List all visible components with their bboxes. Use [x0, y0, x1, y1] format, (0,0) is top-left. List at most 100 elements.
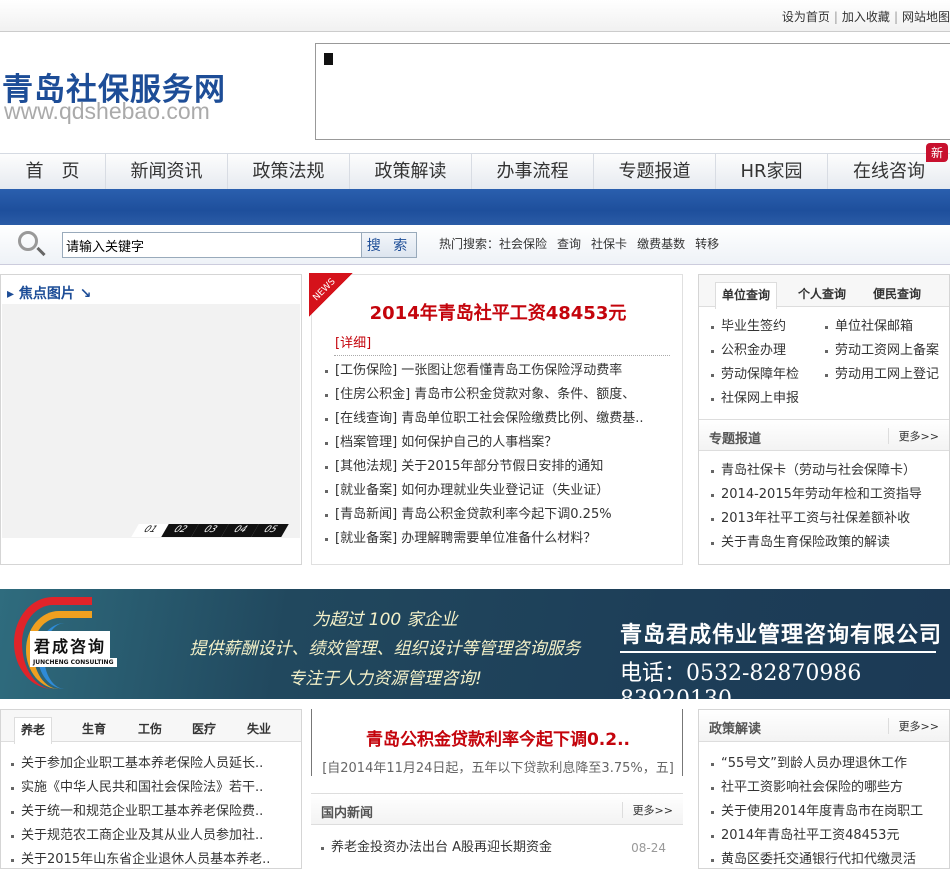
query-link[interactable]: 毕业生签约: [711, 315, 825, 339]
list-item[interactable]: “55号文”到龄人员办理退休工作: [711, 752, 947, 776]
unit-query-links: 毕业生签约 单位社保邮箱 公积金办理 劳动工资网上备案 劳动保障年检 劳动用工网…: [711, 315, 947, 411]
domestic-news-list: 养老金投资办法出台 A股再迎长期资金 08-24: [321, 836, 676, 860]
divider: [620, 651, 936, 653]
query-panel: 单位查询 个人查询 便民查询 毕业生签约 单位社保邮箱 公积金办理 劳动工资网上…: [698, 274, 950, 565]
policy-list: “55号文”到龄人员办理退休工作 社平工资影响社会保险的哪些方 关于使用2014…: [711, 752, 947, 872]
query-link[interactable]: 劳动工资网上备案: [825, 339, 939, 363]
top-links: 设为首页 | 加入收藏 | 网站地图: [782, 8, 950, 25]
hot-link[interactable]: 社保卡: [591, 237, 627, 251]
list-item[interactable]: 青岛社保卡（劳动与社会保障卡）: [711, 459, 947, 483]
query-link[interactable]: 社保网上申报: [711, 387, 825, 411]
list-item[interactable]: [就业备案] 办理解聘需要单位准备什么材料？: [325, 527, 675, 551]
slide-5[interactable]: 05: [251, 524, 289, 537]
list-item[interactable]: 社平工资影响社会保险的哪些方: [711, 776, 947, 800]
list-item[interactable]: [青岛新闻] 青岛公积金贷款利率今起下调0.25%: [325, 503, 675, 527]
list-item[interactable]: 2014年青岛社平工资48453元: [711, 824, 947, 848]
list-item[interactable]: [工伤保险] 一张图让您看懂青岛工伤保险浮动费率: [325, 359, 675, 383]
tab-injury[interactable]: 工伤: [138, 720, 162, 737]
hot-link[interactable]: 转移: [695, 237, 719, 251]
list-item[interactable]: 实施《中华人民共和国社会保险法》若干..: [11, 776, 301, 800]
nav-regulations[interactable]: 政策法规: [228, 154, 350, 190]
insurance-tabs: 养老 生育 工伤 医疗 失业: [1, 710, 301, 744]
focus-images-panel: ▸ 焦点图片 ↘ 01 02 03 04 05: [0, 274, 302, 565]
ad-placeholder: [315, 43, 950, 140]
topics-header: 专题报道 更多>>: [699, 419, 949, 451]
more-link[interactable]: 更多>>: [887, 718, 939, 734]
list-item[interactable]: 关于青岛生育保险政策的解读: [711, 531, 947, 555]
hot-searches: 热门搜索：社会保险 查询 社保卡 缴费基数 转移: [439, 235, 729, 252]
tab-personal-query[interactable]: 个人查询: [798, 285, 846, 302]
list-item[interactable]: [住房公积金] 青岛市公积金贷款对象、条件、额度、: [325, 383, 675, 407]
list-item[interactable]: [其他法规] 关于2015年部分节假日安排的通知: [325, 455, 675, 479]
banner-company: 青岛君成伟业管理咨询有限公司: [620, 623, 943, 648]
banner-phone: 电话：0532-82870986 83920130: [620, 661, 862, 712]
headline-title[interactable]: 2014年青岛社平工资48453元: [312, 299, 684, 325]
slide-pager: 01 02 03 04 05: [131, 521, 289, 537]
list-item[interactable]: 关于2015年山东省企业退休人员基本养老..: [11, 848, 301, 872]
hot-link[interactable]: 缴费基数: [637, 237, 685, 251]
list-item[interactable]: [档案管理] 如何保护自己的人事档案？: [325, 431, 675, 455]
list-item[interactable]: 2014-2015年劳动年检和工资指导: [711, 483, 947, 507]
feature-title[interactable]: 青岛公积金贷款利率今起下调0.2..: [312, 725, 684, 750]
hot-link[interactable]: 查询: [557, 237, 581, 251]
tab-maternity[interactable]: 生育: [82, 720, 106, 737]
ad-banner[interactable]: 君成咨询 JUNCHENG CONSULTING 为超过 100 家企业 提供薪…: [0, 589, 950, 712]
divider: |: [893, 10, 898, 24]
tab-medical[interactable]: 医疗: [192, 720, 216, 737]
list-item[interactable]: 关于使用2014年度青岛市在岗职工: [711, 800, 947, 824]
nav-topics[interactable]: 专题报道: [594, 154, 716, 190]
logo-url: www.qdshebao.com: [4, 98, 210, 124]
tab-pension[interactable]: 养老: [14, 717, 53, 744]
search-bar: 搜 索 热门搜索：社会保险查询社保卡缴费基数转移: [0, 225, 950, 265]
new-badge: 新: [925, 143, 948, 162]
divider: [334, 355, 670, 356]
divider: |: [833, 10, 838, 24]
tab-unit-query[interactable]: 单位查询: [715, 282, 778, 309]
query-link[interactable]: 公积金办理: [711, 339, 825, 363]
banner-slogan: 专注于人力资源管理咨询!: [288, 669, 482, 689]
list-item[interactable]: 关于统一和规范企业职工基本养老保险费..: [11, 800, 301, 824]
feature-news: 青岛公积金贷款利率今起下调0.2.. [自2014年11月24日起，五年以下贷款…: [311, 709, 683, 776]
detail-link[interactable]: [详细]: [335, 332, 371, 351]
banner-logo-text: 君成咨询: [30, 631, 111, 659]
nav-hr[interactable]: HR家园: [716, 154, 828, 190]
topics-list: 青岛社保卡（劳动与社会保障卡） 2014-2015年劳动年检和工资指导 2013…: [711, 459, 947, 555]
more-link[interactable]: 更多>>: [887, 428, 939, 444]
query-link[interactable]: 单位社保邮箱: [825, 315, 939, 339]
banner-slogan: 为超过 100 家企业: [312, 610, 458, 630]
section-title: 政策解读: [709, 722, 762, 737]
focus-title: ▸ 焦点图片 ↘: [7, 286, 92, 302]
set-homepage-link[interactable]: 设为首页: [782, 10, 830, 24]
add-favorite-link[interactable]: 加入收藏: [842, 10, 890, 24]
list-item[interactable]: 养老金投资办法出台 A股再迎长期资金 08-24: [321, 836, 676, 860]
section-title: 专题报道: [709, 432, 762, 447]
focus-image[interactable]: [2, 304, 300, 538]
hot-label: 热门搜索：: [439, 237, 500, 251]
news-date: 08-24: [631, 841, 666, 855]
policy-header: 政策解读 更多>>: [699, 710, 949, 742]
query-link[interactable]: 劳动用工网上登记: [825, 363, 939, 387]
list-item[interactable]: 关于参加企业职工基本养老保险人员延长..: [11, 752, 301, 776]
query-link[interactable]: 劳动保障年检: [711, 363, 825, 387]
search-button[interactable]: 搜 索: [361, 232, 417, 258]
nav-home[interactable]: 首 页: [0, 154, 106, 190]
hot-link[interactable]: 社会保险: [499, 237, 547, 251]
list-item[interactable]: 黄岛区委托交通银行代扣代缴灵活: [711, 848, 947, 872]
tab-public-query[interactable]: 便民查询: [873, 285, 921, 302]
nav-procedures[interactable]: 办事流程: [472, 154, 594, 190]
pension-list: 关于参加企业职工基本养老保险人员延长.. 实施《中华人民共和国社会保险法》若干.…: [11, 752, 301, 872]
nav-news[interactable]: 新闻资讯: [106, 154, 228, 190]
list-item[interactable]: 2013年社平工资与社保差额补收: [711, 507, 947, 531]
list-item[interactable]: [在线查询] 青岛单位职工社会保险缴费比例、缴费基..: [325, 407, 675, 431]
main-nav: 首 页 新闻资讯 政策法规 政策解读 办事流程 专题报道 HR家园 在线咨询: [0, 153, 950, 190]
nav-policy-interpretation[interactable]: 政策解读: [350, 154, 472, 190]
headline-panel: NEWS 2014年青岛社平工资48453元 [详细] [工伤保险] 一张图让您…: [309, 273, 684, 565]
list-item[interactable]: [就业备案] 如何办理就业失业登记证（失业证）: [325, 479, 675, 503]
search-input[interactable]: [62, 232, 362, 258]
sitemap-link[interactable]: 网站地图: [902, 10, 950, 24]
more-link[interactable]: 更多>>: [621, 802, 673, 818]
banner-slogan: 提供薪酬设计、绩效管理、组织设计等管理咨询服务: [189, 639, 581, 659]
tab-unemployment[interactable]: 失业: [247, 720, 271, 737]
list-item[interactable]: 关于规范农工商企业及其从业人员参加社..: [11, 824, 301, 848]
news-title[interactable]: 养老金投资办法出台 A股再迎长期资金: [331, 840, 552, 855]
